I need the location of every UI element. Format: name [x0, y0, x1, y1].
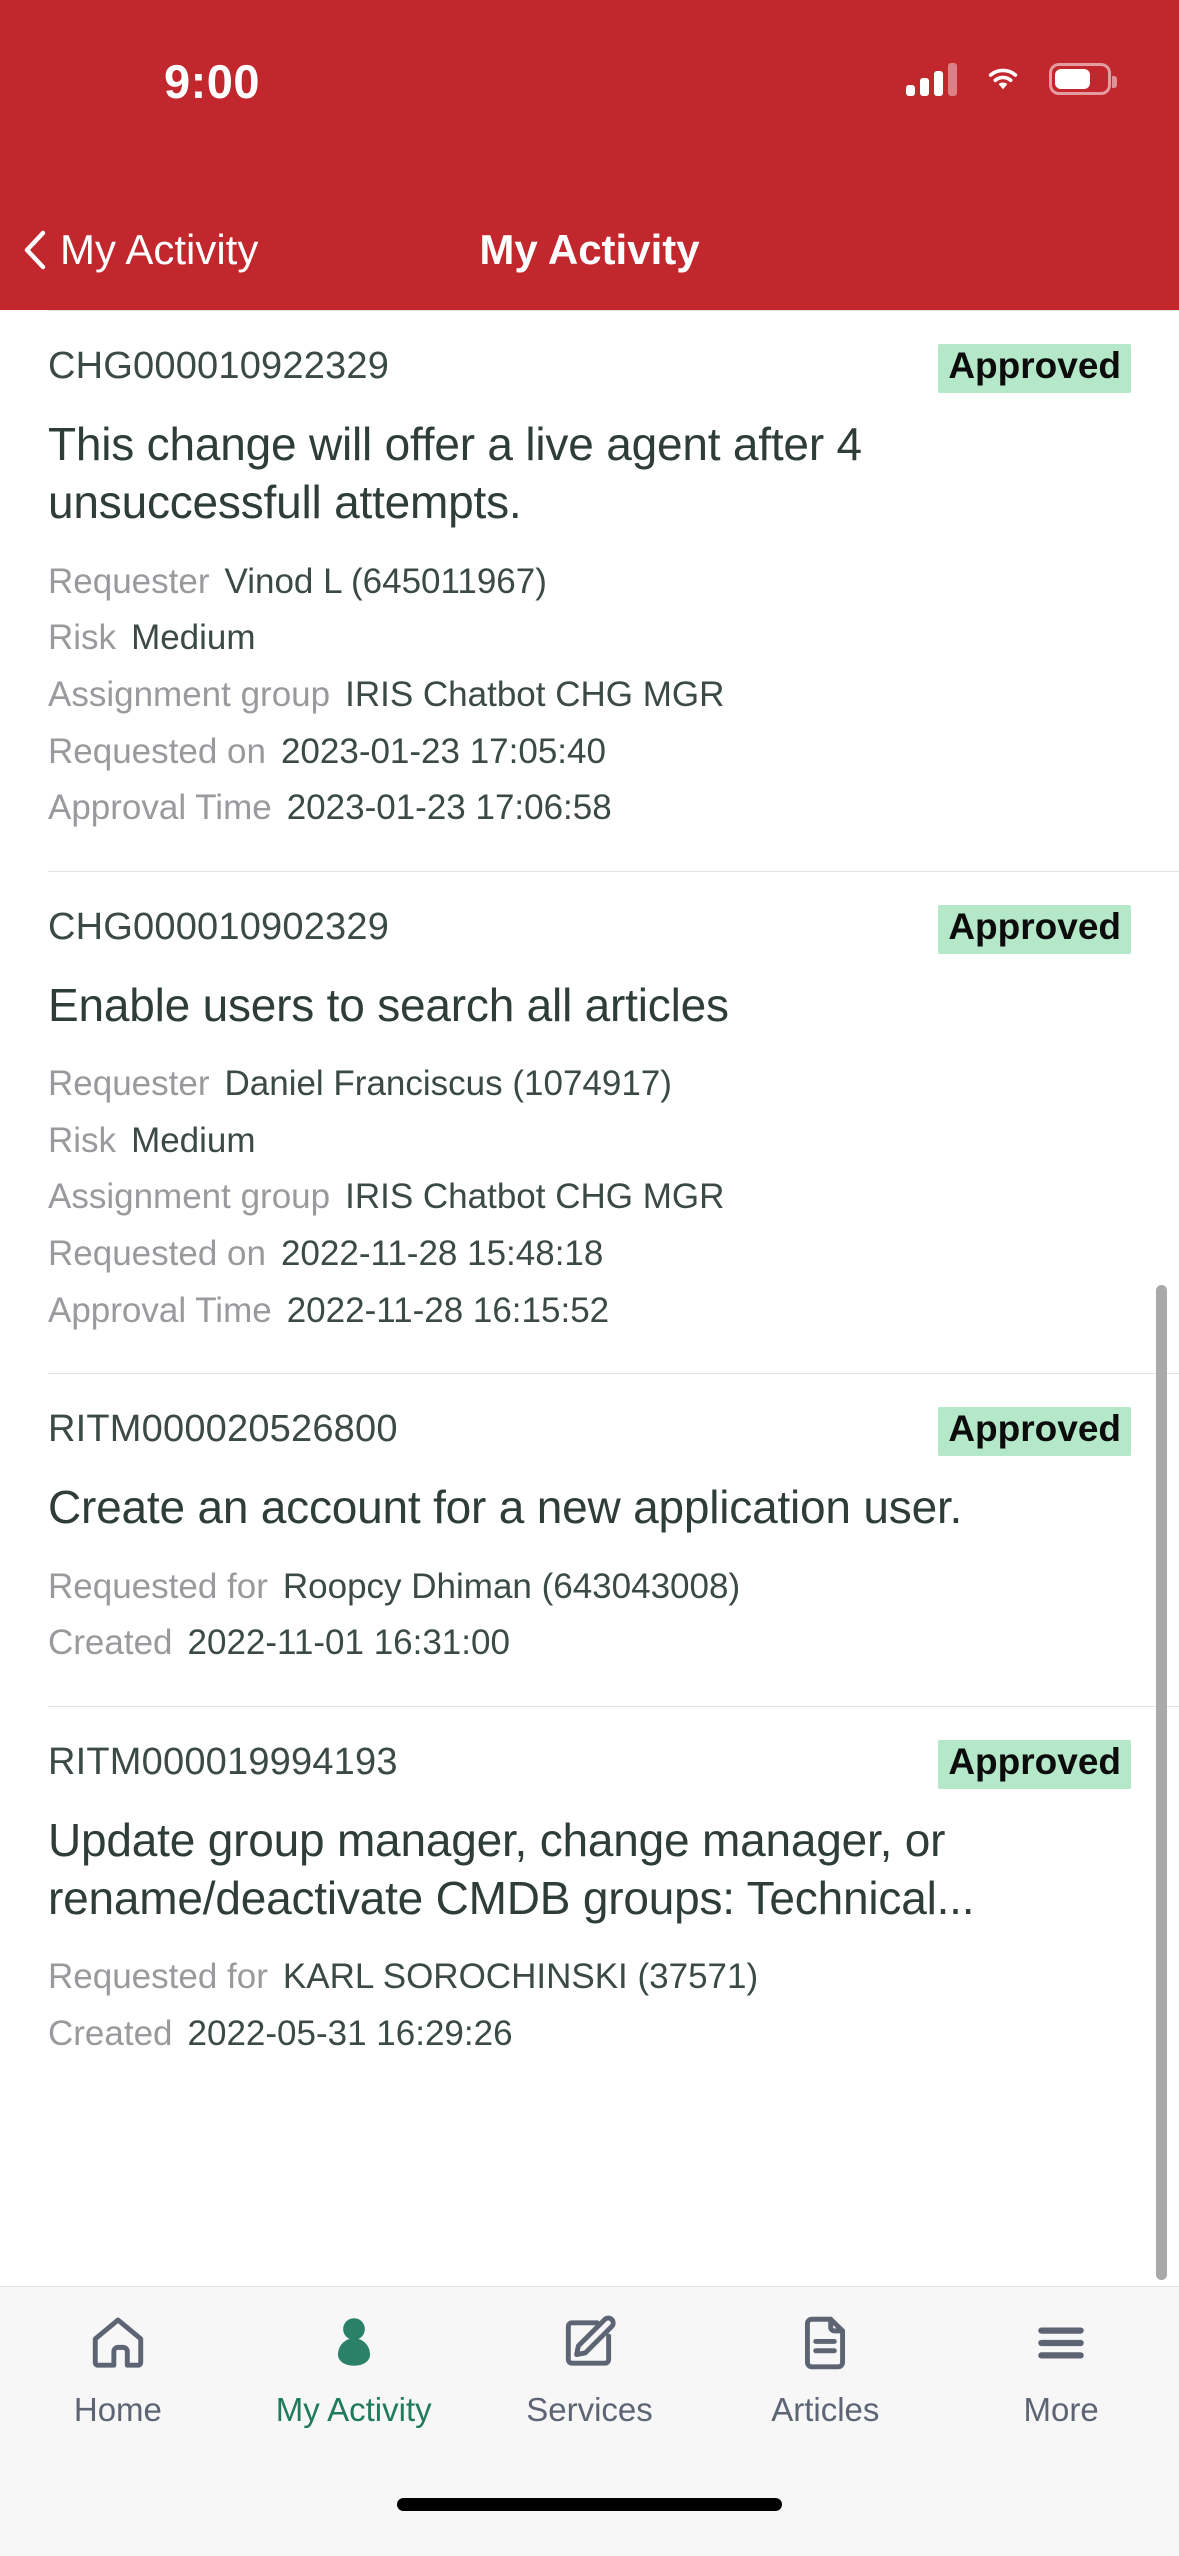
navigation-bar: My Activity My Activity	[0, 190, 1179, 310]
meta-label: Created	[48, 2014, 173, 2054]
meta-value: 2023-01-23 17:05:40	[280, 731, 606, 771]
tab-my-activity[interactable]: My Activity	[236, 2309, 472, 2426]
meta-label: Created	[48, 1623, 173, 1663]
meta-label: Requested on	[48, 1234, 266, 1274]
hamburger-menu-icon	[1027, 2309, 1095, 2377]
meta-label: Assignment group	[48, 1177, 331, 1217]
status-bar-indicators	[906, 62, 1117, 96]
meta-label: Risk	[48, 1120, 117, 1160]
battery-icon	[1049, 63, 1117, 95]
meta-value: Vinod L (645011967)	[224, 561, 547, 601]
meta-value: 2022-11-28 16:15:52	[286, 1290, 610, 1330]
meta-value: KARL SOROCHINSKI (37571)	[282, 1957, 759, 1997]
meta-value: 2023-01-23 17:06:58	[286, 788, 612, 828]
meta-value: Daniel Franciscus (1074917)	[224, 1064, 672, 1104]
meta-label: Approval Time	[48, 1290, 272, 1330]
activity-list[interactable]: CHG000010922329 Approved This change wil…	[0, 310, 1179, 2286]
meta-row: Approval Time 2022-11-28 16:15:52	[48, 1283, 1131, 1340]
status-badge: Approved	[938, 344, 1131, 393]
status-badge: Approved	[938, 1739, 1131, 1789]
home-indicator[interactable]	[397, 2498, 782, 2511]
chevron-left-icon	[24, 230, 46, 270]
meta-row: Requester Vinod L (645011967)	[48, 554, 1131, 611]
record-number: RITM000020526800	[48, 1408, 398, 1451]
record-number: RITM000019994193	[48, 1740, 398, 1783]
meta-label: Requested on	[48, 731, 266, 771]
activity-card[interactable]: RITM000020526800 Approved Create an acco…	[0, 1373, 1179, 1705]
vertical-scrollbar[interactable]	[1156, 1285, 1167, 2280]
status-bar-time: 9:00	[164, 55, 261, 108]
bottom-tab-bar: Home My Activity Services Articles More	[0, 2286, 1179, 2472]
card-header: RITM000019994193 Approved	[48, 1739, 1131, 1789]
meta-value: 2022-11-28 15:48:18	[280, 1234, 604, 1274]
meta-value: Medium	[131, 618, 256, 658]
meta-value: 2022-11-01 16:31:00	[187, 1623, 510, 1663]
meta-row: Risk Medium	[48, 610, 1131, 667]
pencil-square-icon	[555, 2309, 623, 2377]
meta-value: 2022-05-31 16:29:26	[187, 2014, 513, 2054]
phone-screen: 9:00 My Activity My Activity CHG00001092…	[0, 0, 1179, 2556]
meta-label: Requested for	[48, 1566, 268, 1606]
record-meta-list: Requester Vinod L (645011967) Risk Mediu…	[48, 554, 1131, 837]
meta-value: Roopcy Dhiman (643043008)	[282, 1566, 741, 1606]
wifi-icon	[988, 68, 1018, 90]
meta-label: Approval Time	[48, 788, 272, 828]
back-button[interactable]: My Activity	[22, 229, 258, 271]
card-header: CHG000010922329 Approved	[48, 344, 1131, 393]
record-title: Create an account for a new application …	[48, 1481, 963, 1534]
status-bar: 9:00	[0, 0, 1179, 190]
meta-value: Medium	[131, 1120, 256, 1160]
status-badge: Approved	[938, 904, 1131, 954]
meta-row: Requested on 2022-11-28 15:48:18	[48, 1226, 1131, 1283]
tab-home[interactable]: Home	[0, 2309, 236, 2426]
tab-services[interactable]: Services	[472, 2309, 708, 2426]
tab-label: My Activity	[275, 2391, 432, 2428]
person-icon	[320, 2309, 388, 2377]
page-title: My Activity	[479, 226, 700, 273]
record-title: This change will offer a live agent afte…	[48, 417, 862, 529]
meta-row: Created 2022-05-31 16:29:26	[48, 2006, 1131, 2063]
tab-label: Articles	[771, 2391, 880, 2428]
meta-label: Requested for	[48, 1957, 268, 1997]
record-number: CHG000010902329	[48, 905, 390, 948]
tab-articles[interactable]: Articles	[707, 2309, 943, 2426]
meta-value: IRIS Chatbot CHG MGR	[345, 674, 725, 714]
home-indicator-area	[0, 2472, 1179, 2556]
document-icon	[791, 2309, 859, 2377]
meta-row: Requested for KARL SOROCHINSKI (37571)	[48, 1949, 1131, 2006]
meta-row: Requested for Roopcy Dhiman (643043008)	[48, 1559, 1131, 1616]
back-button-label: My Activity	[60, 226, 259, 273]
meta-row: Created 2022-11-01 16:31:00	[48, 1615, 1131, 1672]
meta-value: IRIS Chatbot CHG MGR	[345, 1177, 725, 1217]
activity-card[interactable]: RITM000019994193 Approved Update group m…	[0, 1705, 1179, 2097]
activity-card[interactable]: CHG000010902329 Approved Enable users to…	[0, 870, 1179, 1374]
meta-label: Requester	[48, 561, 210, 601]
record-meta-list: Requester Daniel Franciscus (1074917) Ri…	[48, 1056, 1131, 1339]
activity-card[interactable]: CHG000010922329 Approved This change wil…	[0, 310, 1179, 871]
meta-row: Requester Daniel Franciscus (1074917)	[48, 1056, 1131, 1113]
meta-row: Requested on 2023-01-23 17:05:40	[48, 724, 1131, 781]
tab-label: Services	[526, 2391, 653, 2428]
record-number: CHG000010922329	[48, 345, 390, 387]
meta-row: Risk Medium	[48, 1113, 1131, 1170]
card-header: CHG000010902329 Approved	[48, 904, 1131, 954]
home-icon	[84, 2309, 152, 2377]
cellular-signal-icon	[906, 62, 957, 96]
meta-row: Approval Time 2023-01-23 17:06:58	[48, 780, 1131, 837]
record-title: Enable users to search all articles	[48, 978, 729, 1031]
record-meta-list: Requested for KARL SOROCHINSKI (37571) C…	[48, 1949, 1131, 2062]
meta-label: Requester	[48, 1064, 210, 1104]
meta-row: Assignment group IRIS Chatbot CHG MGR	[48, 667, 1131, 724]
status-badge: Approved	[938, 1407, 1131, 1457]
record-title: Update group manager, change manager, or…	[48, 1813, 975, 1925]
meta-label: Risk	[48, 618, 117, 658]
record-meta-list: Requested for Roopcy Dhiman (643043008) …	[48, 1559, 1131, 1672]
meta-label: Assignment group	[48, 674, 331, 714]
card-header: RITM000020526800 Approved	[48, 1407, 1131, 1457]
meta-row: Assignment group IRIS Chatbot CHG MGR	[48, 1169, 1131, 1226]
tab-more[interactable]: More	[943, 2309, 1179, 2426]
tab-label: More	[1023, 2391, 1099, 2428]
tab-label: Home	[73, 2391, 162, 2428]
